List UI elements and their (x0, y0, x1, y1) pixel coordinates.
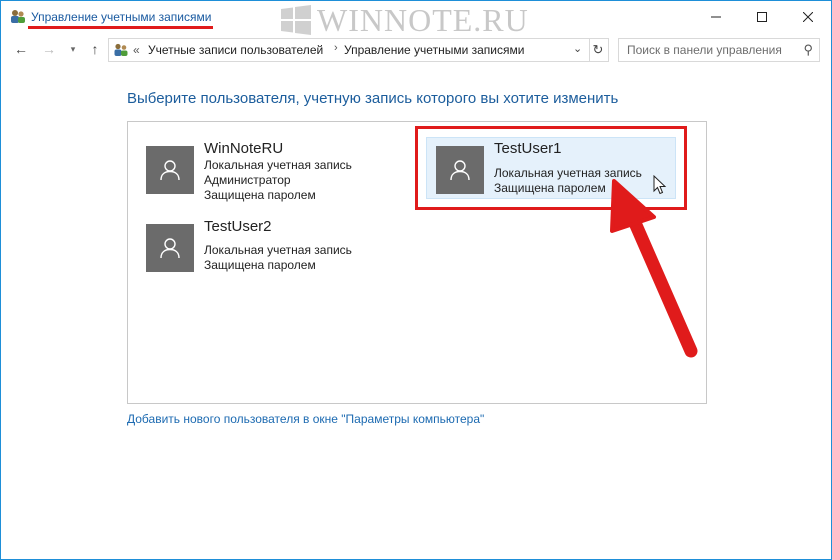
close-button[interactable] (785, 1, 831, 32)
user-name: WinNoteRU (204, 140, 284, 157)
breadcrumb-user-accounts[interactable]: Учетные записи пользователей (148, 43, 323, 57)
user-accounts-icon (114, 43, 128, 56)
refresh-button[interactable]: ↻ (588, 38, 609, 62)
page-heading: Выберите пользователя, учетную запись ко… (127, 90, 619, 107)
title-bar: Управление учетными записями WINNOTE.RU (1, 1, 831, 38)
close-icon (803, 11, 813, 22)
title-annotation-underline (28, 26, 213, 29)
avatar (146, 146, 194, 194)
user-name: TestUser2 (204, 218, 272, 235)
avatar (146, 224, 194, 272)
user-icon (160, 160, 180, 181)
user-accounts-icon (11, 10, 25, 23)
arrow-up-icon: ↑ (91, 41, 99, 57)
add-user-link[interactable]: Добавить нового пользователя в окне "Пар… (127, 412, 484, 426)
user-password-status: Защищена паролем (204, 188, 316, 202)
user-password-status: Защищена паролем (204, 258, 316, 272)
chevron-down-icon: ▾ (70, 43, 76, 54)
arrow-right-icon: → (42, 41, 56, 57)
pointer-arrow-annotation (610, 179, 698, 358)
search-icon[interactable]: ⚲ (803, 42, 813, 58)
control-panel-window: Управление учетными записями WINNOTE.RU … (0, 0, 832, 560)
user-role: Администратор (204, 173, 291, 187)
user-account-type: Локальная учетная запись (204, 243, 352, 257)
forward-button[interactable]: → (39, 40, 59, 58)
address-bar[interactable]: « Учетные записи пользователей › Управле… (108, 38, 590, 62)
maximize-icon (757, 11, 767, 22)
maximize-button[interactable] (739, 1, 785, 32)
recent-locations-button[interactable]: ▾ (63, 40, 83, 58)
breadcrumb-manage-accounts[interactable]: Управление учетными записями (344, 43, 524, 57)
window-title: Управление учетными записями (31, 10, 212, 24)
breadcrumb-overflow[interactable]: « (133, 43, 140, 57)
arrow-left-icon: ← (14, 41, 28, 57)
user-icon (160, 238, 180, 259)
user-account-type: Локальная учетная запись (204, 158, 352, 172)
search-input[interactable] (625, 42, 794, 58)
watermark: WINNOTE.RU (281, 2, 529, 38)
address-dropdown-button[interactable]: ⌄ (573, 42, 582, 55)
windows-logo-icon (281, 5, 311, 35)
minimize-icon (711, 16, 721, 17)
search-box[interactable]: ⚲ (618, 38, 820, 62)
up-button[interactable]: ↑ (85, 40, 105, 58)
minimize-button[interactable] (693, 1, 739, 32)
chevron-down-icon: ⌄ (573, 43, 583, 55)
refresh-icon: ↻ (592, 42, 604, 57)
back-button[interactable]: ← (11, 40, 31, 58)
breadcrumb-separator[interactable]: › (334, 42, 338, 54)
